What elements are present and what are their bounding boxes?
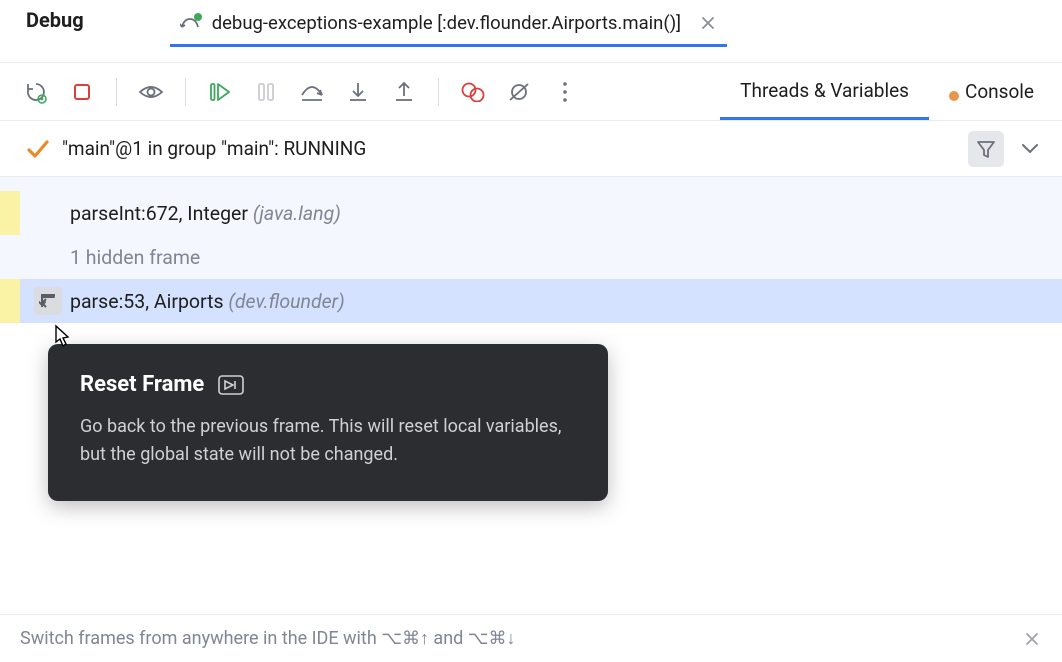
resume-icon[interactable] <box>206 78 234 106</box>
separator <box>185 78 186 106</box>
tooltip-body-text: Go back to the previous frame. This will… <box>80 413 580 469</box>
gutter-marker <box>0 279 20 323</box>
gutter-marker <box>0 191 20 235</box>
breakpoints-icon[interactable] <box>459 78 487 106</box>
stack-frame-row[interactable]: parseInt:672, Integer (java.lang) <box>0 191 1062 235</box>
shortcut-icon <box>218 375 244 395</box>
thread-status-text: "main"@1 in group "main": RUNNING <box>62 137 366 160</box>
frame-method: parse:53, Airports <box>70 290 224 313</box>
mute-breakpoints-icon[interactable] <box>505 78 533 106</box>
close-tip-icon[interactable] <box>1022 629 1042 649</box>
pointer-cursor-icon <box>48 324 74 350</box>
check-icon <box>26 137 50 161</box>
tip-bar: Switch frames from anywhere in the IDE w… <box>0 614 1062 662</box>
view-icon[interactable] <box>137 78 165 106</box>
debug-panel-title: Debug <box>26 8 84 32</box>
reset-frame-tooltip: Reset Frame Go back to the previous fram… <box>48 344 608 501</box>
frame-package: (java.lang) <box>253 202 341 225</box>
run-config-tab-label: debug-exceptions-example [:dev.flounder.… <box>212 12 681 34</box>
separator <box>116 78 117 106</box>
runner-icon <box>180 13 202 33</box>
step-out-icon[interactable] <box>390 78 418 106</box>
more-icon[interactable] <box>551 78 579 106</box>
tab-threads-variables[interactable]: Threads & Variables <box>720 63 929 120</box>
reset-frame-button[interactable] <box>34 287 62 315</box>
tab-label: Threads & Variables <box>740 79 909 102</box>
console-activity-indicator-icon <box>949 91 959 101</box>
run-config-tab[interactable]: debug-exceptions-example [:dev.flounder.… <box>170 8 727 47</box>
frame-package: (dev.flounder) <box>228 290 344 313</box>
tip-text: Switch frames from anywhere in the IDE w… <box>20 628 516 649</box>
step-over-icon[interactable] <box>298 78 326 106</box>
tooltip-title-text: Reset Frame <box>80 372 204 397</box>
filter-button[interactable] <box>968 131 1004 167</box>
frames-panel: parseInt:672, Integer (java.lang) 1 hidd… <box>0 177 1062 323</box>
tab-console[interactable]: Console <box>929 63 1054 120</box>
hidden-frames-row[interactable]: 1 hidden frame <box>0 235 1062 279</box>
separator <box>438 78 439 106</box>
chevron-down-icon[interactable] <box>1016 143 1044 155</box>
rerun-icon[interactable] <box>22 78 50 106</box>
close-tab-icon[interactable] <box>699 14 717 32</box>
pause-icon[interactable] <box>252 78 280 106</box>
debug-toolbar: Threads & Variables Console <box>0 62 1062 121</box>
hidden-frame-label: 1 hidden frame <box>70 246 200 269</box>
tab-label: Console <box>965 80 1034 103</box>
frame-method: parseInt:672, Integer <box>70 202 248 225</box>
thread-selector-row[interactable]: "main"@1 in group "main": RUNNING <box>0 121 1062 177</box>
stop-icon[interactable] <box>68 78 96 106</box>
step-into-icon[interactable] <box>344 78 372 106</box>
stack-frame-row[interactable]: parse:53, Airports (dev.flounder) <box>0 279 1062 323</box>
